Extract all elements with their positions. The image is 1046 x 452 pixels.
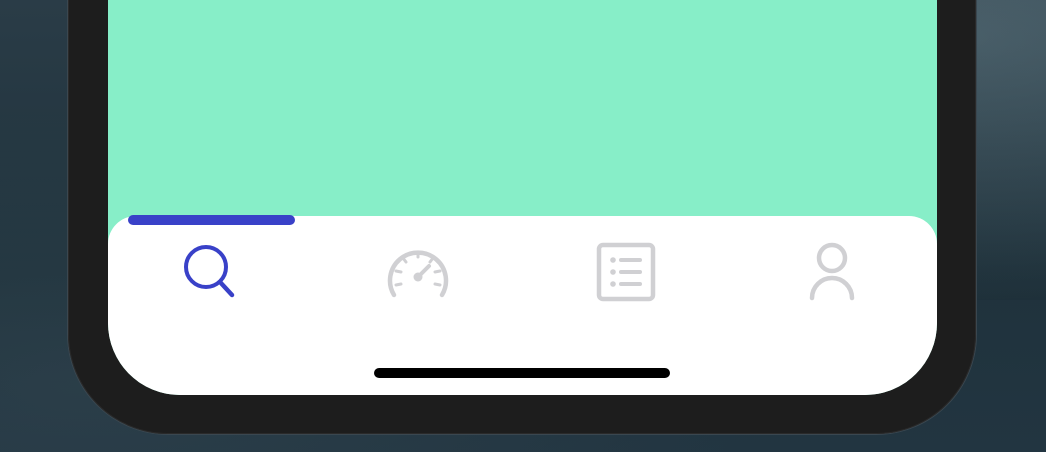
speedometer-icon xyxy=(387,250,449,298)
tab-search[interactable] xyxy=(171,240,251,304)
tab-list[interactable] xyxy=(586,240,666,304)
app-screen xyxy=(108,0,937,395)
active-tab-indicator xyxy=(128,215,295,225)
tab-speedometer[interactable] xyxy=(378,240,458,304)
list-icon xyxy=(596,242,656,302)
search-icon xyxy=(184,245,235,298)
user-icon xyxy=(809,242,855,301)
tab-profile[interactable] xyxy=(792,240,872,304)
home-indicator[interactable] xyxy=(374,368,670,378)
content-area xyxy=(108,0,937,216)
tab-bar xyxy=(108,215,937,395)
